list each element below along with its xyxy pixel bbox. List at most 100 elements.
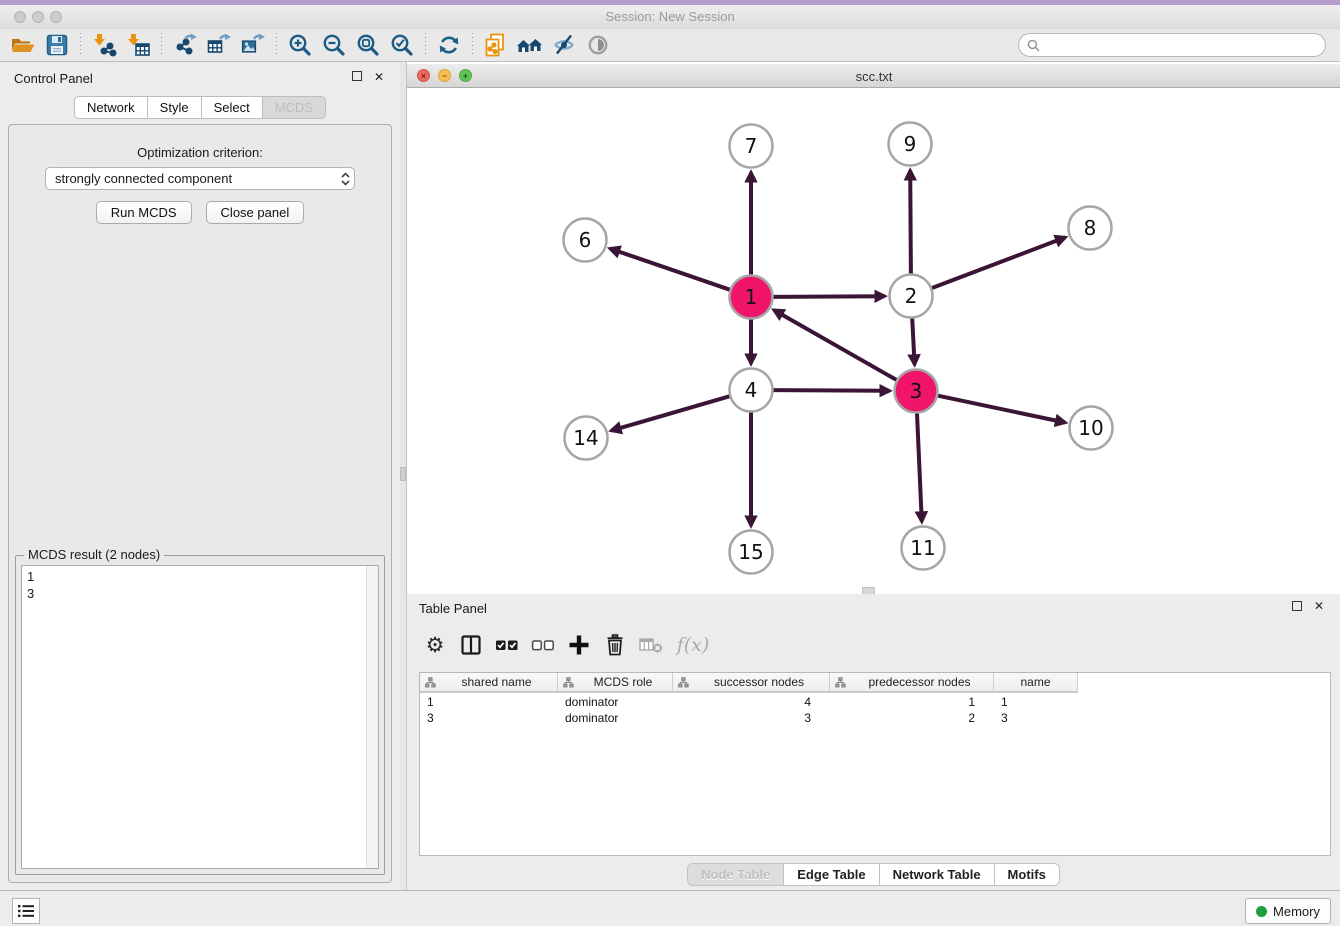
cell-shared-name[interactable]: 3 bbox=[420, 711, 558, 727]
graph-edge-1-6[interactable] bbox=[610, 249, 730, 290]
graph-node-7[interactable]: 7 bbox=[730, 125, 773, 168]
hide-selected-icon[interactable] bbox=[547, 30, 581, 60]
node-label: 3 bbox=[910, 379, 923, 403]
status-bar: Memory bbox=[0, 890, 1340, 926]
graph-edge-2-9[interactable] bbox=[910, 171, 911, 274]
column-header-predecessor-nodes[interactable]: predecessor nodes bbox=[830, 673, 994, 693]
graph-edge-1-2[interactable] bbox=[774, 296, 885, 297]
table-rows: 1dominator4113dominator323 bbox=[420, 695, 1330, 727]
graph-node-1[interactable]: 1 bbox=[730, 276, 773, 319]
close-table-panel-icon[interactable]: ✕ bbox=[1312, 599, 1326, 613]
column-label: predecessor nodes bbox=[868, 675, 970, 689]
table-header-row: shared nameMCDS rolesuccessor nodes prede… bbox=[420, 673, 1078, 693]
apply-preferred-layout-icon[interactable] bbox=[432, 30, 466, 60]
graph-edge-4-14[interactable] bbox=[611, 396, 729, 430]
cell-name[interactable]: 1 bbox=[994, 695, 1078, 711]
table-row[interactable]: 1dominator411 bbox=[420, 695, 1330, 711]
task-history-button[interactable] bbox=[12, 898, 40, 924]
graph-node-3[interactable]: 3 bbox=[895, 370, 938, 413]
show-columns-icon[interactable] bbox=[455, 629, 487, 661]
export-network-icon[interactable] bbox=[168, 30, 202, 60]
memory-button[interactable]: Memory bbox=[1245, 898, 1331, 924]
search-input[interactable] bbox=[1045, 37, 1317, 53]
zoom-out-icon[interactable] bbox=[317, 30, 351, 60]
tab-motifs[interactable]: Motifs bbox=[995, 863, 1060, 886]
close-panel-icon[interactable]: ✕ bbox=[372, 70, 386, 84]
control-panel-tabs: NetworkStyleSelectMCDS bbox=[0, 96, 400, 119]
zoom-in-icon[interactable] bbox=[283, 30, 317, 60]
graph-node-9[interactable]: 9 bbox=[889, 123, 932, 166]
first-neighbors-icon[interactable] bbox=[513, 30, 547, 60]
tab-edge-table[interactable]: Edge Table bbox=[784, 863, 879, 886]
network-window-titlebar: × − + scc.txt bbox=[407, 64, 1340, 88]
create-column-icon[interactable] bbox=[563, 629, 595, 661]
graph-edge-3-1[interactable] bbox=[774, 310, 896, 380]
tab-style[interactable]: Style bbox=[148, 96, 202, 119]
control-panel-title: Control Panel bbox=[14, 71, 93, 86]
zoom-selected-icon[interactable] bbox=[385, 30, 419, 60]
export-table-icon[interactable] bbox=[202, 30, 236, 60]
graph-edge-3-10[interactable] bbox=[938, 396, 1065, 423]
control-panel: Control Panel ✕ NetworkStyleSelectMCDS O… bbox=[0, 62, 400, 890]
table-row[interactable]: 3dominator323 bbox=[420, 711, 1330, 727]
import-table-icon[interactable] bbox=[121, 30, 155, 60]
mcds-result-text[interactable]: 13 bbox=[21, 565, 379, 869]
duplicate-network-icon[interactable] bbox=[479, 30, 513, 60]
graph-node-10[interactable]: 10 bbox=[1070, 407, 1113, 450]
graph-node-8[interactable]: 8 bbox=[1069, 207, 1112, 250]
cell-mcds-role[interactable]: dominator bbox=[558, 695, 673, 711]
deselect-all-icon[interactable] bbox=[527, 629, 559, 661]
zoom-fit-icon[interactable] bbox=[351, 30, 385, 60]
node-table[interactable]: shared nameMCDS rolesuccessor nodes prede… bbox=[419, 672, 1331, 856]
export-image-icon[interactable] bbox=[236, 30, 270, 60]
graph-edge-3-11[interactable] bbox=[917, 414, 922, 522]
tab-mcds[interactable]: MCDS bbox=[263, 96, 326, 119]
tab-network-table[interactable]: Network Table bbox=[880, 863, 995, 886]
node-label: 10 bbox=[1078, 416, 1103, 440]
graph-node-15[interactable]: 15 bbox=[730, 531, 773, 574]
network-canvas[interactable]: 7 9 6 8 1 2 4 3 10 14 15 11 bbox=[407, 88, 1340, 594]
graph-edge-2-3[interactable] bbox=[912, 319, 914, 365]
run-mcds-button[interactable]: Run MCDS bbox=[96, 201, 192, 224]
graph-edge-2-8[interactable] bbox=[932, 237, 1065, 288]
graph-node-11[interactable]: 11 bbox=[902, 527, 945, 570]
save-session-icon[interactable] bbox=[40, 30, 74, 60]
column-type-icon bbox=[678, 677, 689, 688]
mcds-result-groupbox: MCDS result (2 nodes) 13 bbox=[15, 555, 385, 875]
graph-node-4[interactable]: 4 bbox=[730, 369, 773, 412]
delete-table-icon bbox=[635, 629, 667, 661]
graph-node-6[interactable]: 6 bbox=[564, 219, 607, 262]
table-panel: Table Panel ✕ ⚙ bbox=[406, 594, 1340, 890]
import-network-icon[interactable] bbox=[87, 30, 121, 60]
tab-node-table[interactable]: Node Table bbox=[687, 863, 784, 886]
column-header-successor-nodes[interactable]: successor nodes bbox=[673, 673, 830, 693]
delete-columns-icon[interactable] bbox=[599, 629, 631, 661]
memory-label: Memory bbox=[1273, 904, 1320, 919]
table-options-icon[interactable]: ⚙ bbox=[419, 629, 451, 661]
tab-select[interactable]: Select bbox=[202, 96, 263, 119]
cell-name[interactable]: 3 bbox=[994, 711, 1078, 727]
graph-node-14[interactable]: 14 bbox=[565, 417, 608, 460]
float-table-panel-icon[interactable] bbox=[1290, 600, 1304, 614]
search-field[interactable] bbox=[1018, 33, 1326, 57]
column-header-mcds-role[interactable]: MCDS role bbox=[558, 673, 673, 693]
cell-predecessor-nodes[interactable]: 1 bbox=[830, 695, 994, 711]
cell-shared-name[interactable]: 1 bbox=[420, 695, 558, 711]
column-header-name[interactable]: name bbox=[994, 673, 1078, 693]
optimization-criterion-select[interactable]: strongly connected component bbox=[45, 167, 355, 190]
graph-edge-4-3[interactable] bbox=[774, 390, 890, 391]
cell-mcds-role[interactable]: dominator bbox=[558, 711, 673, 727]
graph-node-2[interactable]: 2 bbox=[890, 275, 933, 318]
tab-network[interactable]: Network bbox=[74, 96, 148, 119]
select-all-icon[interactable] bbox=[491, 629, 523, 661]
cell-successor-nodes[interactable]: 4 bbox=[673, 695, 830, 711]
column-header-shared-name[interactable]: shared name bbox=[420, 673, 558, 693]
column-type-icon bbox=[563, 677, 574, 688]
cell-successor-nodes[interactable]: 3 bbox=[673, 711, 830, 727]
close-panel-button[interactable]: Close panel bbox=[206, 201, 305, 224]
optimization-criterion-label: Optimization criterion: bbox=[9, 145, 391, 160]
cell-predecessor-nodes[interactable]: 2 bbox=[830, 711, 994, 727]
open-session-icon[interactable] bbox=[6, 30, 40, 60]
float-panel-icon[interactable] bbox=[350, 70, 364, 84]
result-scrollbar[interactable] bbox=[366, 566, 378, 868]
